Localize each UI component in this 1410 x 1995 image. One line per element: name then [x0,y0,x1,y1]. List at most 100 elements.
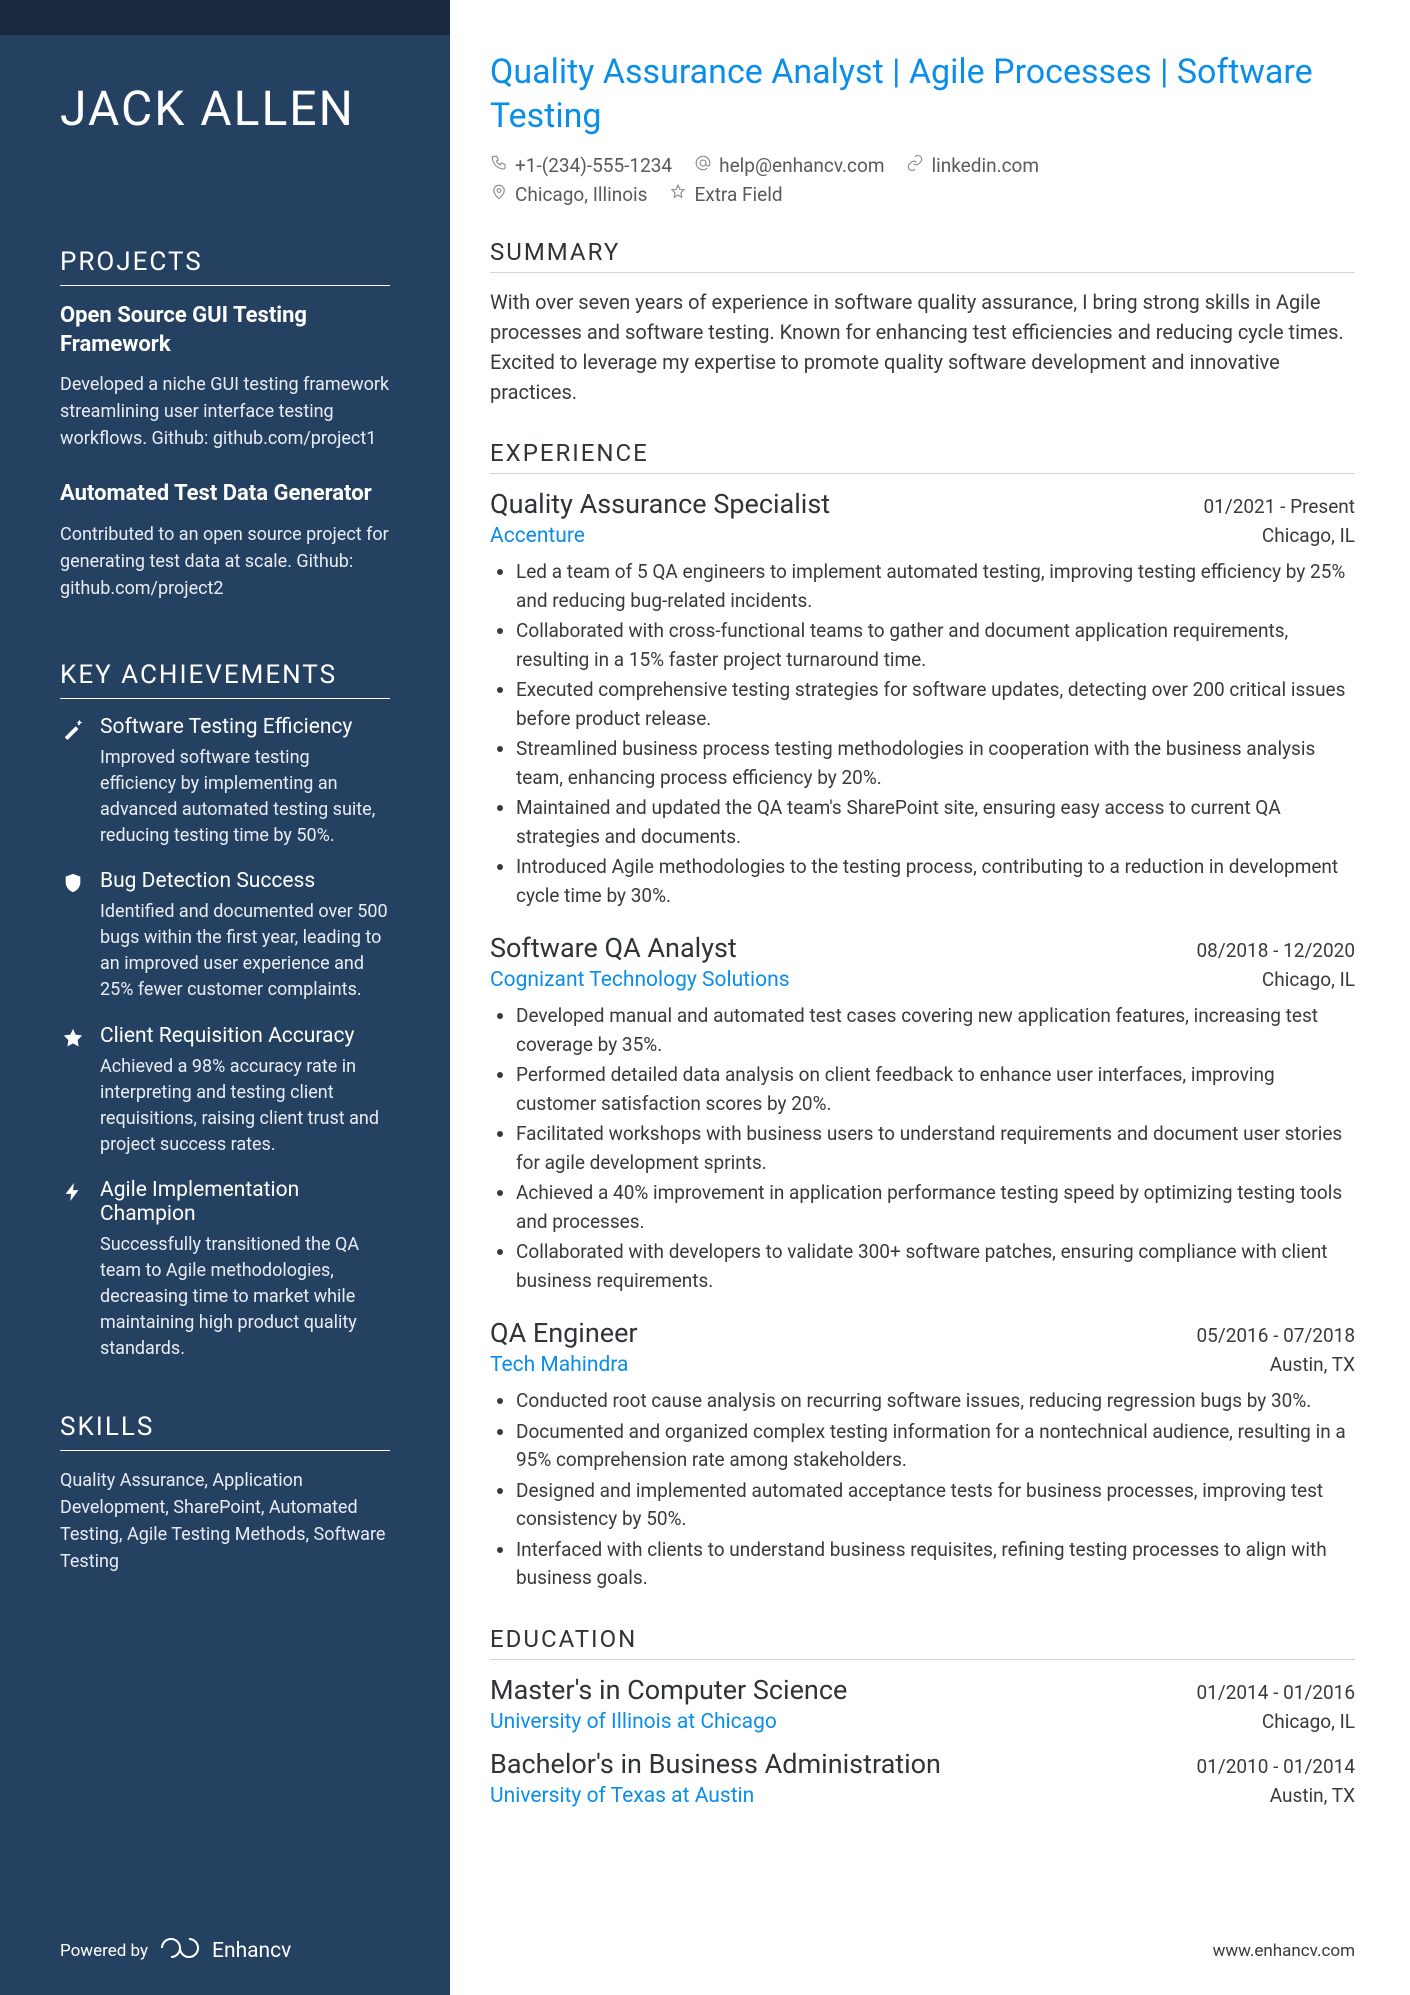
edu-school: University of Texas at Austin [490,1784,754,1808]
resume-page: JACK ALLEN PROJECTS Open Source GUI Test… [0,0,1410,1995]
education-title: EDUCATION [490,1625,1355,1660]
achievement-title: Agile Implementation Champion [100,1178,390,1226]
education-item: Master's in Computer Science 01/2014 - 0… [490,1674,1355,1734]
wand-icon [60,715,86,849]
project-desc: Developed a niche GUI testing framework … [60,371,390,452]
exp-bullets: Conducted root cause analysis on recurri… [490,1387,1355,1593]
edu-dates: 01/2014 - 01/2016 [1197,1681,1356,1704]
sidebar-top-bar [0,0,450,35]
page-footer: Powered by Enhancv www.enhancv.com [60,1936,1355,1965]
achievement-item: Client Requisition Accuracy Achieved a 9… [60,1024,390,1158]
summary-title: SUMMARY [490,238,1355,273]
summary-section: SUMMARY With over seven years of experie… [490,238,1355,407]
exp-bullet: Developed manual and automated test case… [516,1002,1355,1059]
achievement-desc: Improved software testing efficiency by … [100,745,390,849]
achievements-title: KEY ACHIEVEMENTS [60,660,390,699]
pin-icon [490,183,508,206]
footer-url: www.enhancv.com [1213,1941,1355,1961]
bolt-icon [60,1178,86,1362]
edu-location: Chicago, IL [1262,1710,1355,1733]
exp-bullet: Facilitated workshops with business user… [516,1120,1355,1177]
sidebar: JACK ALLEN PROJECTS Open Source GUI Test… [0,0,450,1995]
exp-location: Austin, TX [1270,1353,1355,1376]
achievement-item: Bug Detection Success Identified and doc… [60,869,390,1003]
exp-bullet: Designed and implemented automated accep… [516,1477,1355,1534]
main-column: Quality Assurance Analyst | Agile Proces… [450,0,1410,1995]
exp-company: Tech Mahindra [490,1353,628,1377]
footer-left: Powered by Enhancv [60,1936,291,1965]
star-outline-icon [669,183,687,206]
exp-bullet: Collaborated with developers to validate… [516,1238,1355,1295]
experience-title: EXPERIENCE [490,439,1355,474]
exp-bullets: Developed manual and automated test case… [490,1002,1355,1295]
exp-bullet: Interfaced with clients to understand bu… [516,1536,1355,1593]
skills-text: Quality Assurance, Application Developme… [60,1467,390,1575]
achievement-item: Agile Implementation Champion Successful… [60,1178,390,1362]
achievement-title: Client Requisition Accuracy [100,1024,390,1048]
exp-bullet: Introduced Agile methodologies to the te… [516,853,1355,910]
brand-text: Enhancv [212,1939,291,1963]
education-item: Bachelor's in Business Administration 01… [490,1748,1355,1808]
exp-location: Chicago, IL [1262,524,1355,547]
education-section: EDUCATION Master's in Computer Science 0… [490,1625,1355,1808]
achievement-desc: Achieved a 98% accuracy rate in interpre… [100,1054,390,1158]
projects-title: PROJECTS [60,247,390,286]
skills-section: SKILLS Quality Assurance, Application De… [60,1412,390,1575]
link-icon [906,154,924,177]
achievement-item: Software Testing Efficiency Improved sof… [60,715,390,849]
experience-item: Quality Assurance Specialist 01/2021 - P… [490,488,1355,910]
exp-bullet: Performed detailed data analysis on clie… [516,1061,1355,1118]
exp-dates: 08/2018 - 12/2020 [1197,939,1356,962]
edu-dates: 01/2010 - 01/2014 [1197,1755,1356,1778]
exp-role: Software QA Analyst [490,932,737,964]
email-text: help@enhancv.com [719,154,884,177]
enhancv-logo-icon [160,1936,200,1965]
contact-location: Chicago, Illinois [490,183,647,206]
summary-text: With over seven years of experience in s… [490,287,1355,407]
exp-role: Quality Assurance Specialist [490,488,830,520]
location-text: Chicago, Illinois [515,183,647,206]
extra-text: Extra Field [694,183,782,206]
achievement-desc: Identified and documented over 500 bugs … [100,899,390,1003]
person-name: JACK ALLEN [60,80,390,137]
project-title: Open Source GUI Testing Framework [60,302,390,359]
experience-item: Software QA Analyst 08/2018 - 12/2020 Co… [490,932,1355,1295]
achievement-title: Software Testing Efficiency [100,715,390,739]
skills-title: SKILLS [60,1412,390,1451]
exp-company: Cognizant Technology Solutions [490,968,790,992]
contact-email: help@enhancv.com [694,154,884,177]
exp-bullet: Conducted root cause analysis on recurri… [516,1387,1355,1416]
experience-item: QA Engineer 05/2016 - 07/2018 Tech Mahin… [490,1317,1355,1593]
at-icon [694,154,712,177]
star-icon [60,1024,86,1158]
exp-bullet: Led a team of 5 QA engineers to implemen… [516,558,1355,615]
edu-degree: Bachelor's in Business Administration [490,1748,941,1780]
exp-bullet: Collaborated with cross-functional teams… [516,617,1355,674]
linkedin-text: linkedin.com [931,154,1039,177]
exp-role: QA Engineer [490,1317,638,1349]
contact-row-1: +1-(234)-555-1234 help@enhancv.com linke… [490,154,1355,177]
achievement-title: Bug Detection Success [100,869,390,893]
contact-phone: +1-(234)-555-1234 [490,154,672,177]
exp-bullet: Executed comprehensive testing strategie… [516,676,1355,733]
phone-icon [490,154,508,177]
exp-dates: 01/2021 - Present [1204,495,1356,518]
edu-degree: Master's in Computer Science [490,1674,847,1706]
shield-icon [60,869,86,1003]
exp-bullets: Led a team of 5 QA engineers to implemen… [490,558,1355,910]
contact-extra: Extra Field [669,183,782,206]
powered-by-text: Powered by [60,1941,148,1961]
exp-dates: 05/2016 - 07/2018 [1197,1324,1356,1347]
exp-bullet: Streamlined business process testing met… [516,735,1355,792]
contact-linkedin: linkedin.com [906,154,1039,177]
projects-section: PROJECTS Open Source GUI Testing Framewo… [60,247,390,630]
exp-bullet: Achieved a 40% improvement in applicatio… [516,1179,1355,1236]
achievements-section: KEY ACHIEVEMENTS Software Testing Effici… [60,660,390,1383]
phone-text: +1-(234)-555-1234 [515,154,672,177]
edu-location: Austin, TX [1270,1784,1355,1807]
exp-company: Accenture [490,524,585,548]
experience-section: EXPERIENCE Quality Assurance Specialist … [490,439,1355,1593]
project-desc: Contributed to an open source project fo… [60,521,390,602]
contact-row-2: Chicago, Illinois Extra Field [490,183,1355,206]
exp-bullet: Documented and organized complex testing… [516,1418,1355,1475]
